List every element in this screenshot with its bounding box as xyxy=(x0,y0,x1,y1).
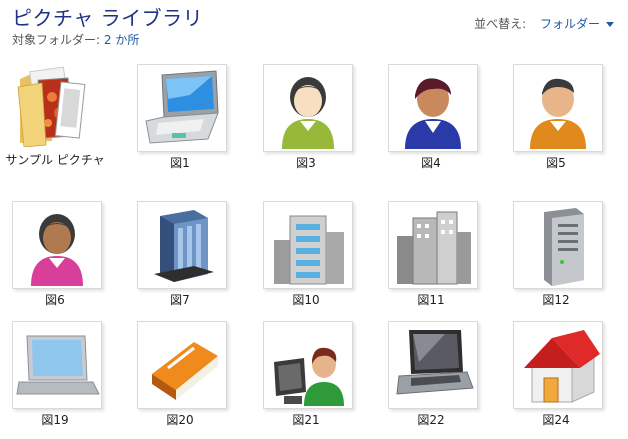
item-label: 図12 xyxy=(542,293,570,307)
book-icon xyxy=(137,321,227,409)
library-item[interactable]: 図3 xyxy=(251,64,361,182)
user-woman-pink-icon xyxy=(12,201,102,289)
library-item[interactable]: 図7 xyxy=(125,201,235,319)
laptop-silver-icon xyxy=(12,321,102,409)
library-item[interactable]: 図20 xyxy=(125,321,235,439)
item-label: 図21 xyxy=(292,413,320,427)
sort-label: 並べ替え: xyxy=(474,17,527,31)
target-folder-info: 対象フォルダー: 2 か所 xyxy=(12,31,139,48)
target-folder-link[interactable]: 2 か所 xyxy=(104,33,139,47)
user-man-icon xyxy=(388,64,478,152)
library-item[interactable]: 図5 xyxy=(501,64,611,182)
library-header: ピクチャ ライブラリ 対象フォルダー: 2 か所 並べ替え: フォルダー xyxy=(0,0,628,54)
chevron-down-icon xyxy=(606,22,614,27)
item-label: 図5 xyxy=(546,156,566,170)
city-buildings-icon xyxy=(388,201,478,289)
library-item-sample-pictures[interactable]: サンプル ピクチャ xyxy=(0,61,110,179)
library-item[interactable]: 図21 xyxy=(251,321,361,439)
item-label: 図7 xyxy=(170,293,190,307)
target-folder-label: 対象フォルダー: xyxy=(12,33,101,47)
item-label: 図10 xyxy=(292,293,320,307)
laptop-icon xyxy=(137,64,227,152)
library-item[interactable]: 図19 xyxy=(0,321,110,439)
item-label: 図24 xyxy=(542,413,570,427)
folder-icon xyxy=(12,61,100,147)
sort-value: フォルダー xyxy=(539,17,600,31)
sort-control: 並べ替え: フォルダー xyxy=(474,15,614,32)
library-item[interactable]: 図1 xyxy=(125,64,235,182)
buildings-icon xyxy=(263,201,353,289)
item-label: 図3 xyxy=(296,156,316,170)
page-title: ピクチャ ライブラリ xyxy=(12,6,204,30)
library-item[interactable]: 図24 xyxy=(501,321,611,439)
library-item[interactable]: 図6 xyxy=(0,201,110,319)
item-label: サンプル ピクチャ xyxy=(5,153,105,167)
item-label: 図20 xyxy=(166,413,194,427)
item-label: 図6 xyxy=(45,293,65,307)
item-label: 図19 xyxy=(41,413,69,427)
item-label: 図4 xyxy=(421,156,441,170)
office-building-icon xyxy=(137,201,227,289)
user-orange-icon xyxy=(513,64,603,152)
house-icon xyxy=(513,321,603,409)
library-item[interactable]: 図10 xyxy=(251,201,361,319)
item-label: 図1 xyxy=(170,156,190,170)
library-item[interactable]: 図12 xyxy=(501,201,611,319)
server-icon xyxy=(513,201,603,289)
item-label: 図22 xyxy=(417,413,445,427)
item-label: 図11 xyxy=(417,293,445,307)
user-computer-icon xyxy=(263,321,353,409)
library-item[interactable]: 図11 xyxy=(376,201,486,319)
library-item[interactable]: 図22 xyxy=(376,321,486,439)
notebook-icon xyxy=(388,321,478,409)
library-item[interactable]: 図4 xyxy=(376,64,486,182)
sort-dropdown[interactable]: フォルダー xyxy=(540,17,614,31)
user-woman-icon xyxy=(263,64,353,152)
